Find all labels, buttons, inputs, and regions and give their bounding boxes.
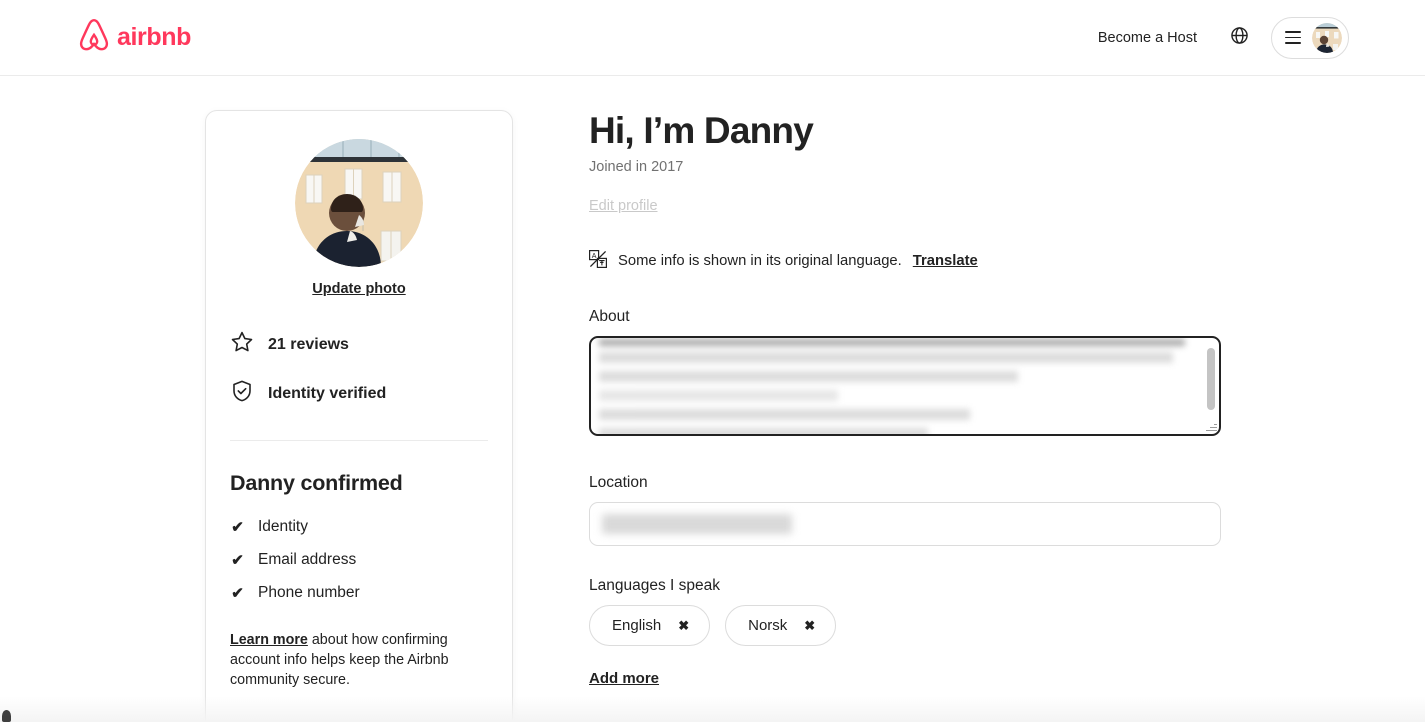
translate-notice-text: Some info is shown in its original langu… [618, 253, 902, 269]
sidebar-divider [230, 440, 488, 441]
list-item: ✔ Email address [230, 551, 488, 569]
airbnb-wordmark: airbnb [117, 25, 191, 50]
location-label: Location [589, 474, 1221, 492]
confirmed-item-label: Identity [258, 518, 308, 536]
location-redacted-value [602, 514, 792, 534]
location-input[interactable] [589, 502, 1221, 546]
header-actions: Become a Host [1084, 17, 1349, 59]
add-more-language-link[interactable]: Add more [589, 670, 659, 687]
joined-date: Joined in 2017 [589, 159, 1221, 175]
globe-icon [1231, 27, 1248, 49]
main-column: Hi, I’m Danny Joined in 2017 Edit profil… [589, 110, 1221, 688]
site-header: airbnb Become a Host [0, 0, 1425, 76]
user-menu-button[interactable] [1271, 17, 1349, 59]
update-photo-link[interactable]: Update photo [230, 281, 488, 297]
sidebar-column: Update photo 21 reviews [205, 110, 513, 722]
confirmed-item-label: Email address [258, 551, 356, 569]
verification-list: 21 reviews Identity verified [230, 330, 488, 408]
about-textarea[interactable] [589, 336, 1221, 436]
translate-notice: A Some info is shown in its original lan… [589, 250, 1221, 272]
about-scrollbar-thumb[interactable] [1207, 348, 1215, 410]
identity-verified-label: Identity verified [268, 385, 386, 403]
confirmed-item-label: Phone number [258, 584, 360, 602]
hamburger-icon [1285, 31, 1301, 44]
airbnb-mark-icon [78, 18, 110, 57]
star-icon [230, 330, 254, 359]
resize-handle-icon[interactable] [1205, 420, 1217, 432]
translate-icon: A [589, 250, 607, 272]
profile-photo-wrapper [230, 139, 488, 267]
close-icon[interactable]: ✖ [678, 619, 689, 632]
languages-pill-list: English ✖ Norsk ✖ [589, 605, 1221, 646]
shield-check-icon [230, 379, 254, 408]
language-pill-english[interactable]: English ✖ [589, 605, 710, 646]
list-item: ✔ Phone number [230, 584, 488, 602]
translate-link[interactable]: Translate [913, 253, 978, 269]
confirmed-heading: Danny confirmed [230, 471, 488, 496]
profile-photo[interactable] [295, 139, 423, 267]
airbnb-logo[interactable]: airbnb [78, 18, 191, 57]
list-item: ✔ Identity [230, 518, 488, 536]
learn-more-note: Learn more about how confirming account … [230, 630, 488, 690]
about-label: About [589, 308, 1221, 326]
profile-page: Update photo 21 reviews [0, 76, 1425, 722]
profile-summary-card: Update photo 21 reviews [205, 110, 513, 722]
page-title: Hi, I’m Danny [589, 110, 1221, 153]
reviews-row: 21 reviews [230, 330, 488, 359]
reviews-label: 21 reviews [268, 336, 349, 354]
become-a-host-button[interactable]: Become a Host [1084, 18, 1211, 58]
languages-label: Languages I speak [589, 577, 1221, 595]
check-icon: ✔ [230, 553, 245, 568]
check-icon: ✔ [230, 520, 245, 535]
confirmed-items-list: ✔ Identity ✔ Email address ✔ Phone numbe… [230, 518, 488, 602]
close-icon[interactable]: ✖ [804, 619, 815, 632]
language-pill-label: English [612, 617, 661, 634]
avatar [1312, 23, 1342, 53]
corner-widget-icon[interactable] [2, 710, 11, 722]
about-redacted-content [599, 339, 1197, 436]
identity-verified-row: Identity verified [230, 379, 488, 408]
learn-more-link[interactable]: Learn more [230, 632, 308, 648]
language-pill-norsk[interactable]: Norsk ✖ [725, 605, 836, 646]
svg-text:A: A [592, 252, 597, 259]
language-pill-label: Norsk [748, 617, 787, 634]
edit-profile-link[interactable]: Edit profile [589, 198, 658, 214]
check-icon: ✔ [230, 586, 245, 601]
language-globe-button[interactable] [1219, 18, 1259, 58]
